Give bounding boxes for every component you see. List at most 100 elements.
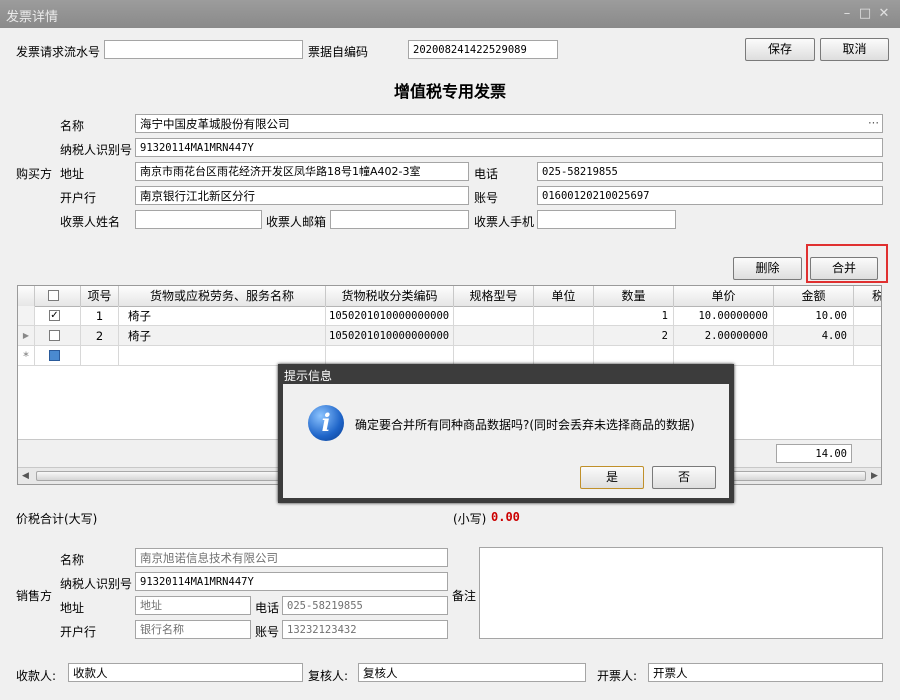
row-header[interactable] xyxy=(18,306,35,326)
table-row[interactable]: ✓ 1 椅子 1050201010000000000 1 10.00000000… xyxy=(18,306,881,326)
buyer-name-input[interactable]: 海宁中国皮革城股份有限公司 ··· xyxy=(135,114,883,133)
maximize-icon[interactable]: □ xyxy=(858,7,872,21)
table-row[interactable]: ▶ 2 椅子 1050201010000000000 2 2.00000000 … xyxy=(18,326,881,346)
seller-bank-label: 开户行 xyxy=(60,625,97,639)
cancel-button[interactable]: 取消 xyxy=(820,38,889,61)
new-row-marker: * xyxy=(18,346,35,366)
row-checkbox-checked[interactable]: ✓ xyxy=(49,310,60,321)
row-select-cell[interactable]: ✓ xyxy=(35,306,81,326)
seller-phone-input[interactable]: 025-58219855 xyxy=(282,596,448,615)
header-select-all[interactable] xyxy=(35,286,81,306)
col-header-code[interactable]: 货物税收分类编码 xyxy=(326,286,454,306)
cell-name[interactable]: 椅子 xyxy=(119,306,326,326)
seller-name-input[interactable]: 南京旭诺信息技术有限公司 xyxy=(135,548,448,567)
buyer-name-label: 名称 xyxy=(60,119,85,133)
col-header-spec[interactable]: 规格型号 xyxy=(454,286,534,306)
cell-no[interactable]: 1 xyxy=(81,306,119,326)
code-input[interactable]: 202008241422529089 xyxy=(408,40,558,59)
confirm-dialog: 提示信息 i 确定要合并所有同种商品数据吗?(同时会丢弃未选择商品的数据) 是 … xyxy=(278,364,734,503)
cell-name[interactable] xyxy=(119,346,326,366)
recv-phone-input[interactable] xyxy=(537,210,676,229)
col-header-tax[interactable]: 税 xyxy=(854,286,881,306)
buyer-address-input[interactable]: 南京市雨花台区雨花经济开发区凤华路18号1幢A402-3室 xyxy=(135,162,469,181)
cell-tax[interactable] xyxy=(854,346,881,366)
cell-code[interactable]: 1050201010000000000 xyxy=(326,306,454,326)
col-header-unit[interactable]: 单位 xyxy=(534,286,594,306)
seller-section-label: 销售方 xyxy=(16,589,53,603)
row-select-cell[interactable] xyxy=(35,346,81,366)
buyer-phone-input[interactable]: 025-58219855 xyxy=(537,162,883,181)
remark-textarea[interactable] xyxy=(479,547,883,639)
payee-input[interactable]: 收款人 xyxy=(68,663,303,682)
seller-name-label: 名称 xyxy=(60,553,85,567)
cell-no[interactable] xyxy=(81,346,119,366)
cell-amount[interactable]: 10.00 xyxy=(774,306,854,326)
cell-qty[interactable]: 2 xyxy=(594,326,674,346)
cell-price[interactable]: 2.00000000 xyxy=(674,326,774,346)
dialog-title: 提示信息 xyxy=(284,369,333,383)
cell-price[interactable]: 10.00000000 xyxy=(674,306,774,326)
highlight-box xyxy=(806,244,888,283)
more-icon[interactable]: ··· xyxy=(868,116,879,130)
cell-no[interactable]: 2 xyxy=(81,326,119,346)
cell-spec[interactable] xyxy=(454,306,534,326)
cell-amount[interactable] xyxy=(774,346,854,366)
select-all-checkbox[interactable] xyxy=(48,290,59,301)
recv-email-label: 收票人邮箱 xyxy=(266,215,327,229)
cell-spec[interactable] xyxy=(454,326,534,346)
dialog-body: i 确定要合并所有同种商品数据吗?(同时会丢弃未选择商品的数据) 是 否 xyxy=(283,384,729,498)
buyer-bank-input[interactable]: 南京银行江北新区分行 xyxy=(135,186,469,205)
col-header-price[interactable]: 单价 xyxy=(674,286,774,306)
save-button[interactable]: 保存 xyxy=(745,38,815,61)
yes-button[interactable]: 是 xyxy=(580,466,644,489)
cell-tax[interactable] xyxy=(854,306,881,326)
recv-email-input[interactable] xyxy=(330,210,469,229)
buyer-taxid-input[interactable]: 91320114MA1MRN447Y xyxy=(135,138,883,157)
drawer-input[interactable]: 开票人 xyxy=(648,663,883,682)
no-button[interactable]: 否 xyxy=(652,466,716,489)
delete-button[interactable]: 删除 xyxy=(733,257,802,280)
cell-name[interactable]: 椅子 xyxy=(119,326,326,346)
minimize-icon[interactable]: – xyxy=(840,7,854,21)
cell-code[interactable] xyxy=(326,346,454,366)
cell-unit[interactable] xyxy=(534,326,594,346)
row-select-cell[interactable] xyxy=(35,326,81,346)
buyer-section-label: 购买方 xyxy=(16,167,53,181)
scroll-left-icon[interactable]: ◀ xyxy=(22,471,29,481)
cell-unit[interactable] xyxy=(534,346,594,366)
seller-taxid-input[interactable]: 91320114MA1MRN447Y xyxy=(135,572,448,591)
cell-code[interactable]: 1050201010000000000 xyxy=(326,326,454,346)
remark-label: 备注 xyxy=(452,589,477,603)
new-row-checkbox[interactable] xyxy=(49,350,60,361)
row-header-arrow-icon[interactable]: ▶ xyxy=(18,326,35,346)
scroll-right-icon[interactable]: ▶ xyxy=(871,471,878,481)
serial-label: 发票请求流水号 xyxy=(16,45,101,59)
col-header-name[interactable]: 货物或应税劳务、服务名称 xyxy=(119,286,326,306)
seller-account-input[interactable]: 13232123432 xyxy=(282,620,448,639)
total-uppercase-label: 价税合计(大写) xyxy=(16,512,98,526)
total-amount: 14.00 xyxy=(776,444,852,463)
cell-tax[interactable] xyxy=(854,326,881,346)
info-icon: i xyxy=(308,405,344,441)
payee-label: 收款人: xyxy=(16,669,57,683)
reviewer-input[interactable]: 复核人 xyxy=(358,663,586,682)
cell-unit[interactable] xyxy=(534,306,594,326)
serial-input[interactable] xyxy=(104,40,303,59)
window-title: 发票详情 xyxy=(6,10,59,25)
new-row[interactable]: * xyxy=(18,346,881,366)
buyer-account-input[interactable]: 01600120210025697 xyxy=(537,186,883,205)
buyer-account-label: 账号 xyxy=(474,191,499,205)
seller-address-input[interactable]: 地址 xyxy=(135,596,251,615)
recv-name-input[interactable] xyxy=(135,210,262,229)
close-icon[interactable]: ✕ xyxy=(877,7,891,21)
cell-amount[interactable]: 4.00 xyxy=(774,326,854,346)
cell-qty[interactable]: 1 xyxy=(594,306,674,326)
col-header-no[interactable]: 项号 xyxy=(81,286,119,306)
cell-spec[interactable] xyxy=(454,346,534,366)
col-header-qty[interactable]: 数量 xyxy=(594,286,674,306)
cell-qty[interactable] xyxy=(594,346,674,366)
cell-price[interactable] xyxy=(674,346,774,366)
row-checkbox[interactable] xyxy=(49,330,60,341)
col-header-amount[interactable]: 金额 xyxy=(774,286,854,306)
seller-bank-input[interactable]: 银行名称 xyxy=(135,620,251,639)
